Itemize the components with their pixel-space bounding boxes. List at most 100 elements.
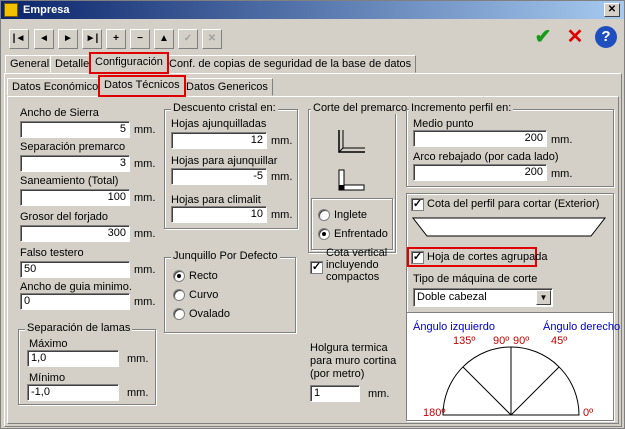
- premarco-options: Inglete Enfrentado: [311, 198, 393, 250]
- chevron-down-icon[interactable]: ▼: [536, 290, 551, 305]
- descuento-title: Descuento cristal en:: [171, 102, 278, 114]
- enfrentado-label: Enfrentado: [334, 228, 388, 240]
- tipo-maquina-value: Doble cabezal: [417, 291, 487, 303]
- corte-enfrentado-icon: [338, 169, 365, 191]
- inglete-radio[interactable]: [318, 209, 330, 221]
- discard-icon[interactable]: ✕: [202, 29, 222, 49]
- arco-rebajado-input[interactable]: 200: [413, 164, 547, 181]
- maximo-input[interactable]: 1,0: [27, 350, 119, 367]
- last-icon[interactable]: ►|: [82, 29, 102, 49]
- inglete-label: Inglete: [334, 209, 368, 221]
- junquillo-recto-radio[interactable]: [173, 270, 185, 282]
- premarco-title: Corte del premarco: [311, 102, 410, 114]
- next-icon[interactable]: ►: [58, 29, 78, 49]
- para-ajunquillar-input[interactable]: -5: [171, 168, 267, 185]
- saneamiento-unit: mm.: [134, 192, 156, 204]
- ancho-guia-label: Ancho de guia minimo.: [20, 281, 132, 293]
- tab-detalle[interactable]: Detalle: [50, 55, 95, 73]
- empresa-window: Empresa ✕ |◄ ◄ ► ►| + − ▲ ✓ ✕ ✔ ✕ ? Gene…: [0, 0, 625, 429]
- descuento-group: Descuento cristal en: Hojas ajunquillada…: [164, 102, 298, 229]
- help-icon[interactable]: ?: [595, 26, 617, 48]
- incremento-group: Incremento perfil en: Medio punto 200 mm…: [406, 102, 614, 187]
- up-icon[interactable]: ▲: [154, 29, 174, 49]
- confirm-icon[interactable]: ✓: [178, 29, 198, 49]
- separacion-lamas-title: Separación de lamas: [25, 322, 133, 334]
- app-icon: [4, 3, 18, 17]
- cota-vertical-checkbox[interactable]: ✓: [310, 261, 323, 274]
- hoja-agrupada-checkbox[interactable]: ✓: [411, 251, 424, 264]
- tab-general[interactable]: General: [5, 55, 55, 73]
- falso-testero-input[interactable]: 50: [20, 261, 130, 278]
- config-panel: Datos Económicos Datos Técnicos Datos Ge…: [4, 73, 622, 427]
- ancho-sierra-unit: mm.: [134, 124, 156, 136]
- tab-configuracion[interactable]: Configuración: [89, 52, 169, 74]
- cota-perfil-checkbox[interactable]: ✓: [411, 198, 424, 211]
- ok-icon[interactable]: ✔: [531, 25, 555, 49]
- add-icon[interactable]: +: [106, 29, 126, 49]
- cota-perfil-label: Cota del perfil para cortar (Exterior): [427, 198, 600, 210]
- tab-copias-seguridad[interactable]: Conf. de copias de seguridad de la base …: [164, 55, 417, 73]
- ancho-guia-input[interactable]: 0: [20, 293, 130, 310]
- arco-rebajado-unit: mm.: [551, 168, 573, 180]
- separacion-lamas-group: Separación de lamas Máximo 1,0 mm. Mínim…: [18, 322, 156, 405]
- tipo-maquina-label: Tipo de máquina de corte: [413, 273, 538, 285]
- holgura-unit: mm.: [368, 388, 390, 400]
- para-ajunquillar-label: Hojas para ajunquillar: [171, 155, 278, 167]
- junquillo-group: Junquillo Por Defecto Recto Curvo Ovalad…: [164, 250, 296, 333]
- junquillo-title: Junquillo Por Defecto: [171, 250, 280, 262]
- junquillo-ovalado-label: Ovalado: [189, 308, 230, 320]
- ajunquilladas-input[interactable]: 12: [171, 132, 267, 149]
- cancel-icon[interactable]: ✕: [563, 25, 587, 49]
- grosor-forjado-unit: mm.: [134, 228, 156, 240]
- corte-group: ✓ Cota del perfil para cortar (Exterior)…: [406, 193, 620, 421]
- para-climalit-unit: mm.: [271, 209, 293, 221]
- window-title: Empresa: [23, 4, 70, 16]
- maximo-label: Máximo: [29, 338, 68, 350]
- ajunquilladas-unit: mm.: [271, 135, 293, 147]
- separacion-premarco-input[interactable]: 3: [20, 155, 130, 172]
- grosor-forjado-label: Grosor del forjado: [20, 211, 109, 223]
- tab-datos-genericos[interactable]: Datos Genericos: [181, 78, 273, 96]
- enfrentado-radio[interactable]: [318, 228, 330, 240]
- medio-punto-unit: mm.: [551, 134, 573, 146]
- hoja-agrupada-label: Hoja de cortes agrupada: [427, 251, 548, 263]
- junquillo-ovalado-radio[interactable]: [173, 308, 185, 320]
- sub-tabs: Datos Económicos Datos Técnicos Datos Ge…: [7, 75, 619, 97]
- tipo-maquina-select[interactable]: Doble cabezal ▼: [413, 288, 553, 307]
- medio-punto-input[interactable]: 200: [413, 130, 547, 147]
- ancho-sierra-label: Ancho de Sierra: [20, 107, 99, 119]
- ajunquilladas-label: Hojas ajunquilladas: [171, 118, 267, 130]
- minimo-input[interactable]: -1,0: [27, 384, 119, 401]
- close-icon[interactable]: ✕: [604, 3, 620, 17]
- grosor-forjado-input[interactable]: 300: [20, 225, 130, 242]
- protractor-icon: [442, 346, 580, 416]
- cota-vertical-label: Cota vertical incluyendo compactos: [326, 247, 388, 283]
- separacion-premarco-label: Separación premarco: [20, 141, 126, 153]
- junquillo-recto-label: Recto: [189, 270, 218, 282]
- junquillo-curvo-radio[interactable]: [173, 289, 185, 301]
- falso-testero-unit: mm.: [134, 264, 156, 276]
- arco-rebajado-label: Arco rebajado (por cada lado): [413, 151, 559, 163]
- saneamiento-label: Saneamiento (Total): [20, 175, 119, 187]
- prev-icon[interactable]: ◄: [34, 29, 54, 49]
- incremento-title: Incremento perfil en:: [409, 102, 514, 114]
- para-climalit-input[interactable]: 10: [171, 206, 267, 223]
- corte-inglete-icon: [338, 130, 365, 153]
- first-icon[interactable]: |◄: [9, 29, 29, 49]
- remove-icon[interactable]: −: [130, 29, 150, 49]
- main-tabs: General Detalle Configuración Conf. de c…: [3, 52, 623, 74]
- tab-datos-tecnicos[interactable]: Datos Técnicos: [98, 75, 186, 97]
- minimo-label: Mínimo: [29, 372, 66, 384]
- tab-datos-economicos[interactable]: Datos Económicos: [7, 78, 109, 96]
- maximo-unit: mm.: [127, 353, 149, 365]
- medio-punto-label: Medio punto: [413, 118, 474, 130]
- minimo-unit: mm.: [127, 387, 149, 399]
- separacion-premarco-unit: mm.: [134, 158, 156, 170]
- ancho-sierra-input[interactable]: 5: [20, 121, 130, 138]
- junquillo-curvo-label: Curvo: [189, 289, 219, 301]
- profile-shape-icon: [411, 217, 607, 237]
- saneamiento-input[interactable]: 100: [20, 189, 130, 206]
- angle-diagram: Ángulo izquierdo Ángulo derecho 135º 90º…: [407, 312, 620, 420]
- holgura-input[interactable]: 1: [310, 385, 360, 402]
- ancho-guia-unit: mm.: [134, 296, 156, 308]
